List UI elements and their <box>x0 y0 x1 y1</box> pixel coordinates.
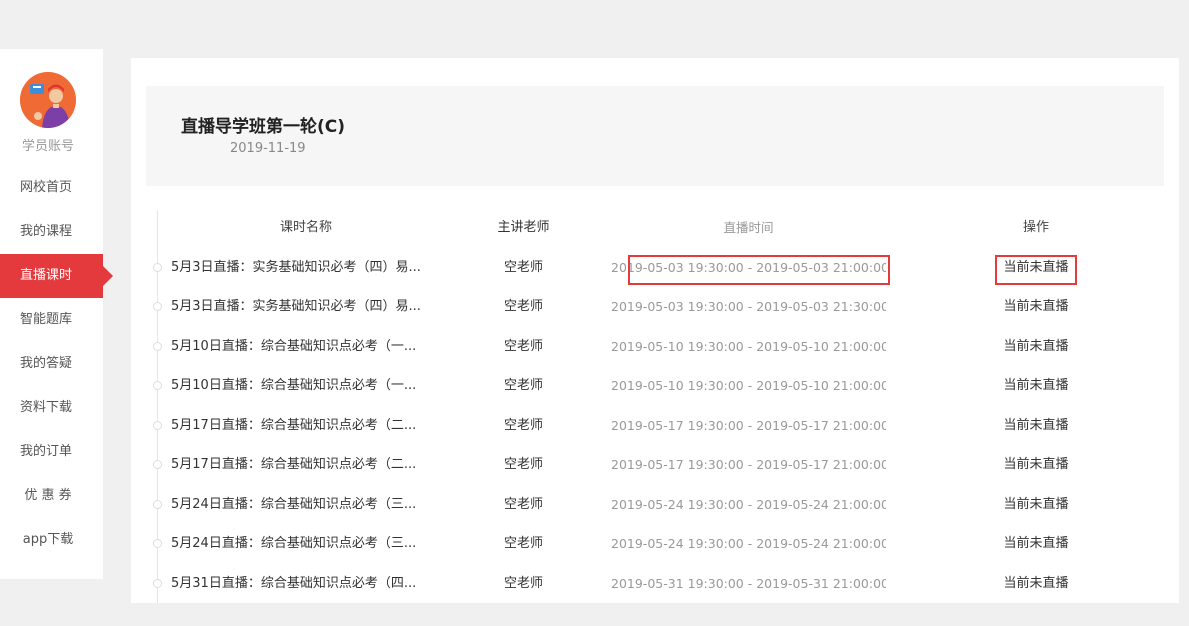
main-content: 直播导学班第一轮(C) 2019-11-19 课时名称 主讲老师 直播时间 操作… <box>131 58 1179 603</box>
sidebar-item-app-download[interactable]: app下载 <box>0 518 96 562</box>
sidebar-item-home[interactable]: 网校首页 <box>0 166 103 210</box>
course-header: 直播导学班第一轮(C) 2019-11-19 <box>146 86 1164 186</box>
lesson-teacher: 空老师 <box>503 457 543 472</box>
lesson-name[interactable]: 5月24日直播：综合基础知识点必考（三... <box>171 524 441 564</box>
lesson-table: 课时名称 主讲老师 直播时间 操作 5月3日直播：实务基础知识必考（四）易...… <box>131 208 1179 603</box>
account-label: 学员账号 <box>21 139 74 154</box>
lesson-name[interactable]: 5月24日直播：综合基础知识点必考（三... <box>171 485 441 525</box>
lesson-teacher: 空老师 <box>503 259 543 275</box>
lesson-time: 2019-05-10 19:30:00 - 2019-05-10 21:00:0… <box>611 378 886 393</box>
lesson-status-button[interactable]: 当前未直播 <box>991 445 1081 485</box>
timeline-dot <box>153 420 162 430</box>
table-row: 5月17日直播：综合基础知识点必考（二... 空老师 2019-05-17 19… <box>131 406 1179 446</box>
lesson-name[interactable]: 5月31日直播：综合基础知识点必考（四... <box>171 564 441 604</box>
lesson-status-button[interactable]: 当前未直播 <box>991 524 1081 564</box>
sidebar: 学员账号 网校首页 我的课程 直播课时 智能题库 我的答疑 资料下载 我的订单 … <box>0 49 113 579</box>
table-row: 5月3日直播：实务基础知识必考（四）易... 空老师 2019-05-03 19… <box>131 248 1179 288</box>
timeline-dot <box>153 499 162 509</box>
timeline-dot <box>153 302 162 311</box>
lesson-time: 2019-05-03 19:30:00 - 2019-05-03 21:30:0… <box>611 299 886 314</box>
sidebar-item-coupons[interactable]: 优 惠 券 <box>0 474 96 518</box>
timeline-dot <box>153 460 162 469</box>
table-row: 5月10日直播：综合基础知识点必考（一... 空老师 2019-05-10 19… <box>131 327 1179 367</box>
lesson-status-button[interactable]: 当前未直播 <box>991 327 1081 367</box>
lesson-time: 2019-05-31 19:30:00 - 2019-05-31 21:00:0… <box>611 575 886 591</box>
timeline-dot <box>153 262 162 272</box>
table-row: 5月17日直播：综合基础知识点必考（二... 空老师 2019-05-17 19… <box>131 445 1179 485</box>
lesson-status-button[interactable]: 当前未直播 <box>991 287 1081 327</box>
lesson-time: 2019-05-24 19:30:00 - 2019-05-24 21:00:0… <box>611 536 886 551</box>
lesson-name[interactable]: 5月17日直播：综合基础知识点必考（二... <box>171 406 441 446</box>
lesson-name[interactable]: 5月3日直播：实务基础知识必考（四）易... <box>171 287 441 327</box>
table-row: 5月10日直播：综合基础知识点必考（一... 空老师 2019-05-10 19… <box>131 366 1179 406</box>
sidebar-item-live-lessons[interactable]: 直播课时 <box>0 254 113 298</box>
lesson-time: 2019-05-24 19:30:00 - 2019-05-24 21:00:0… <box>611 496 886 512</box>
lesson-name[interactable]: 5月17日直播：综合基础知识点必考（二... <box>171 445 441 485</box>
lesson-time: 2019-05-10 19:30:00 - 2019-05-10 21:00:0… <box>611 338 886 354</box>
lesson-teacher: 空老师 <box>503 417 543 433</box>
lesson-status-button[interactable]: 当前未直播 <box>991 564 1081 604</box>
lesson-status-button[interactable]: 当前未直播 <box>991 406 1081 446</box>
timeline-dot <box>153 539 162 548</box>
sidebar-nav: 网校首页 我的课程 直播课时 智能题库 我的答疑 资料下载 我的订单 优 惠 券… <box>0 166 113 562</box>
lesson-name[interactable]: 5月3日直播：实务基础知识必考（四）易... <box>171 248 441 288</box>
user-avatar[interactable] <box>20 72 76 128</box>
sidebar-item-downloads[interactable]: 资料下载 <box>0 386 103 430</box>
timeline-dot <box>153 381 162 390</box>
lesson-teacher: 空老师 <box>503 575 543 591</box>
lesson-name[interactable]: 5月10日直播：综合基础知识点必考（一... <box>171 366 441 406</box>
lesson-teacher: 空老师 <box>503 496 543 512</box>
table-row: 5月3日直播：实务基础知识必考（四）易... 空老师 2019-05-03 19… <box>131 287 1179 327</box>
header-teacher: 主讲老师 <box>497 220 550 235</box>
lesson-status-button[interactable]: 当前未直播 <box>991 248 1081 288</box>
header-lesson-name: 课时名称 <box>279 220 332 235</box>
course-date: 2019-11-19 <box>230 141 306 156</box>
avatar-illustration-icon <box>20 72 76 128</box>
table-row: 5月24日直播：综合基础知识点必考（三... 空老师 2019-05-24 19… <box>131 485 1179 525</box>
header-live-time: 直播时间 <box>723 220 774 235</box>
lesson-teacher: 空老师 <box>503 299 543 314</box>
lesson-time: 2019-05-03 19:30:00 - 2019-05-03 21:00:0… <box>611 259 886 275</box>
sidebar-item-my-courses[interactable]: 我的课程 <box>0 210 103 254</box>
course-title: 直播导学班第一轮(C) <box>181 117 346 137</box>
sidebar-item-question-bank[interactable]: 智能题库 <box>0 298 103 342</box>
lesson-teacher: 空老师 <box>503 536 543 551</box>
lesson-status-button[interactable]: 当前未直播 <box>991 366 1081 406</box>
timeline-dot <box>153 578 162 588</box>
sidebar-item-my-orders[interactable]: 我的订单 <box>0 430 103 474</box>
lesson-teacher: 空老师 <box>503 338 543 354</box>
timeline-dot <box>153 341 162 351</box>
lesson-teacher: 空老师 <box>503 378 543 393</box>
header-action: 操作 <box>1022 220 1049 235</box>
sidebar-item-my-questions[interactable]: 我的答疑 <box>0 342 103 386</box>
table-header: 课时名称 主讲老师 直播时间 操作 <box>131 208 1179 248</box>
lesson-time: 2019-05-17 19:30:00 - 2019-05-17 21:00:0… <box>611 417 886 433</box>
table-row: 5月31日直播：综合基础知识点必考（四... 空老师 2019-05-31 19… <box>131 564 1179 604</box>
table-row: 5月24日直播：综合基础知识点必考（三... 空老师 2019-05-24 19… <box>131 524 1179 564</box>
lesson-name[interactable]: 5月10日直播：综合基础知识点必考（一... <box>171 327 441 367</box>
lesson-status-button[interactable]: 当前未直播 <box>991 485 1081 525</box>
lesson-time: 2019-05-17 19:30:00 - 2019-05-17 21:00:0… <box>611 457 886 472</box>
